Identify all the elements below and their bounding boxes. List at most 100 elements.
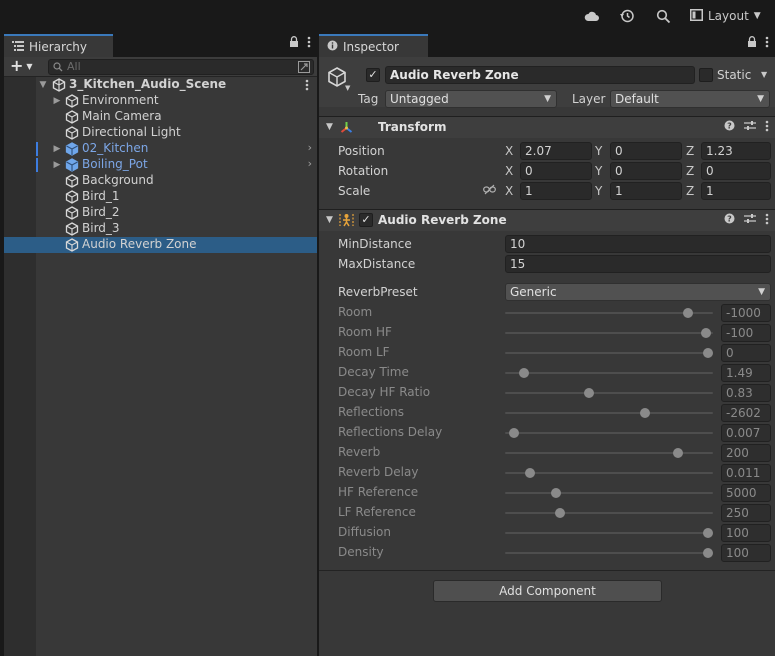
object-name-field[interactable]: Audio Reverb Zone — [385, 66, 695, 84]
reflections-delay-value-field[interactable]: 0.007 — [721, 424, 771, 442]
room-hf-value-field[interactable]: -100 — [721, 324, 771, 342]
scale-y-field[interactable]: 1 — [610, 182, 682, 200]
diffusion-slider-thumb[interactable] — [703, 528, 713, 538]
room-value-field[interactable]: -1000 — [721, 304, 771, 322]
hierarchy-search-input[interactable]: All — [48, 59, 314, 75]
help-icon[interactable]: ? — [724, 120, 735, 135]
position-z-field[interactable]: 1.23 — [701, 142, 771, 160]
tag-dropdown[interactable]: Untagged ▼ — [385, 90, 557, 108]
scale-x-axis-label[interactable]: X — [505, 184, 513, 198]
decay-time-value-field[interactable]: 1.49 — [721, 364, 771, 382]
foldout-collapsed-icon[interactable]: ▶ — [52, 96, 62, 106]
foldout-expanded-icon[interactable]: ▼ — [326, 122, 333, 132]
reverb-delay-slider-track[interactable] — [505, 472, 713, 474]
reverb-delay-slider-thumb[interactable] — [524, 468, 535, 478]
position-z-axis-label[interactable]: Z — [686, 144, 694, 158]
scale-y-axis-label[interactable]: Y — [595, 184, 602, 198]
scale-x-field[interactable]: 1 — [520, 182, 592, 200]
room-hf-slider-track[interactable] — [505, 332, 713, 334]
help-icon[interactable]: ? — [724, 213, 735, 228]
add-component-button[interactable]: Add Component — [433, 580, 662, 602]
rotation-z-field[interactable]: 0 — [701, 162, 771, 180]
foldout-expanded-icon[interactable]: ▼ — [326, 215, 333, 225]
lock-icon[interactable] — [289, 36, 299, 51]
hierarchy-item[interactable]: Bird_2 — [4, 205, 317, 221]
max-distance-field[interactable]: 15 — [505, 255, 771, 273]
hierarchy-item[interactable]: ▶ 02_Kitchen › — [4, 141, 317, 157]
hierarchy-item-selected[interactable]: Audio Reverb Zone — [4, 237, 317, 253]
hf-reference-value-field[interactable]: 5000 — [721, 484, 771, 502]
room-slider-thumb[interactable] — [683, 308, 694, 318]
hierarchy-item[interactable]: ▶ Boiling_Pot › — [4, 157, 317, 173]
hierarchy-item[interactable]: Directional Light — [4, 125, 317, 141]
density-value-field[interactable]: 100 — [721, 544, 771, 562]
static-dropdown-icon[interactable]: ▼ — [761, 70, 767, 79]
hf-reference-slider-track[interactable] — [505, 492, 713, 494]
reflections-delay-slider-track[interactable] — [505, 432, 713, 434]
chevron-right-icon[interactable]: › — [308, 141, 312, 154]
rotation-z-axis-label[interactable]: Z — [686, 164, 694, 178]
more-menu-icon[interactable] — [765, 36, 769, 51]
decay-time-slider-track[interactable] — [505, 372, 713, 374]
reverb-zone-header[interactable]: ▼ ✓ Audio Reverb Zone ? — [319, 209, 775, 231]
cloud-icon[interactable] — [583, 7, 601, 25]
position-x-axis-label[interactable]: X — [505, 144, 513, 158]
diffusion-slider-track[interactable] — [505, 532, 713, 534]
component-more-icon[interactable] — [765, 120, 769, 135]
presets-icon[interactable] — [744, 120, 756, 135]
diffusion-value-field[interactable]: 100 — [721, 524, 771, 542]
room-lf-slider-track[interactable] — [505, 352, 713, 354]
rotation-y-axis-label[interactable]: Y — [595, 164, 602, 178]
position-y-field[interactable]: 0 — [610, 142, 682, 160]
decay-hf-ratio-value-field[interactable]: 0.83 — [721, 384, 771, 402]
reverb-value-field[interactable]: 200 — [721, 444, 771, 462]
component-more-icon[interactable] — [765, 213, 769, 228]
rotation-y-field[interactable]: 0 — [610, 162, 682, 180]
scale-z-axis-label[interactable]: Z — [686, 184, 694, 198]
hierarchy-item[interactable]: Bird_1 — [4, 189, 317, 205]
position-y-axis-label[interactable]: Y — [595, 144, 602, 158]
decay-hf-ratio-slider-thumb[interactable] — [584, 388, 595, 398]
min-distance-field[interactable]: 10 — [505, 235, 771, 253]
hf-reference-slider-thumb[interactable] — [550, 488, 561, 498]
constrain-proportions-icon[interactable] — [483, 184, 496, 198]
lf-reference-slider-track[interactable] — [505, 512, 713, 514]
scene-more-icon[interactable] — [305, 79, 309, 94]
rotation-x-field[interactable]: 0 — [520, 162, 592, 180]
lf-reference-slider-thumb[interactable] — [554, 508, 565, 518]
presets-icon[interactable] — [744, 213, 756, 228]
create-button[interactable]: + ▼ — [10, 58, 33, 74]
tab-hierarchy[interactable]: Hierarchy — [4, 34, 113, 58]
room-slider-track[interactable] — [505, 312, 713, 314]
decay-time-slider-thumb[interactable] — [518, 368, 529, 378]
scale-z-field[interactable]: 1 — [701, 182, 771, 200]
density-slider-track[interactable] — [505, 552, 713, 554]
scene-root-row[interactable]: ▼ 3_Kitchen_Audio_Scene — [4, 77, 317, 93]
search-icon[interactable] — [654, 7, 672, 25]
density-slider-thumb[interactable] — [703, 548, 713, 558]
foldout-collapsed-icon[interactable]: ▶ — [52, 144, 62, 154]
transform-header[interactable]: ▼ Transform ? — [319, 116, 775, 138]
hierarchy-item[interactable]: Background — [4, 173, 317, 189]
decay-hf-ratio-slider-track[interactable] — [505, 392, 713, 394]
tab-inspector[interactable]: Inspector — [319, 34, 428, 58]
reflections-delay-slider-thumb[interactable] — [508, 428, 519, 438]
search-filter-icon[interactable] — [298, 61, 310, 76]
reverb-slider-thumb[interactable] — [673, 448, 684, 458]
static-checkbox[interactable] — [699, 68, 713, 82]
history-icon[interactable] — [618, 7, 636, 25]
position-x-field[interactable]: 2.07 — [520, 142, 592, 160]
more-menu-icon[interactable] — [307, 36, 311, 51]
reflections-slider-track[interactable] — [505, 412, 713, 414]
hierarchy-item[interactable]: ▶ Environment — [4, 93, 317, 109]
layout-dropdown[interactable]: Layout ▼ — [690, 6, 761, 26]
room-lf-value-field[interactable]: 0 — [721, 344, 771, 362]
foldout-collapsed-icon[interactable]: ▶ — [52, 160, 62, 170]
foldout-expanded-icon[interactable]: ▼ — [38, 80, 48, 90]
reverb-zone-enabled-checkbox[interactable]: ✓ — [359, 213, 373, 227]
active-checkbox[interactable]: ✓ — [366, 68, 380, 82]
reflections-value-field[interactable]: -2602 — [721, 404, 771, 422]
layer-dropdown[interactable]: Default ▼ — [610, 90, 770, 108]
reflections-slider-thumb[interactable] — [639, 408, 650, 418]
rotation-x-axis-label[interactable]: X — [505, 164, 513, 178]
